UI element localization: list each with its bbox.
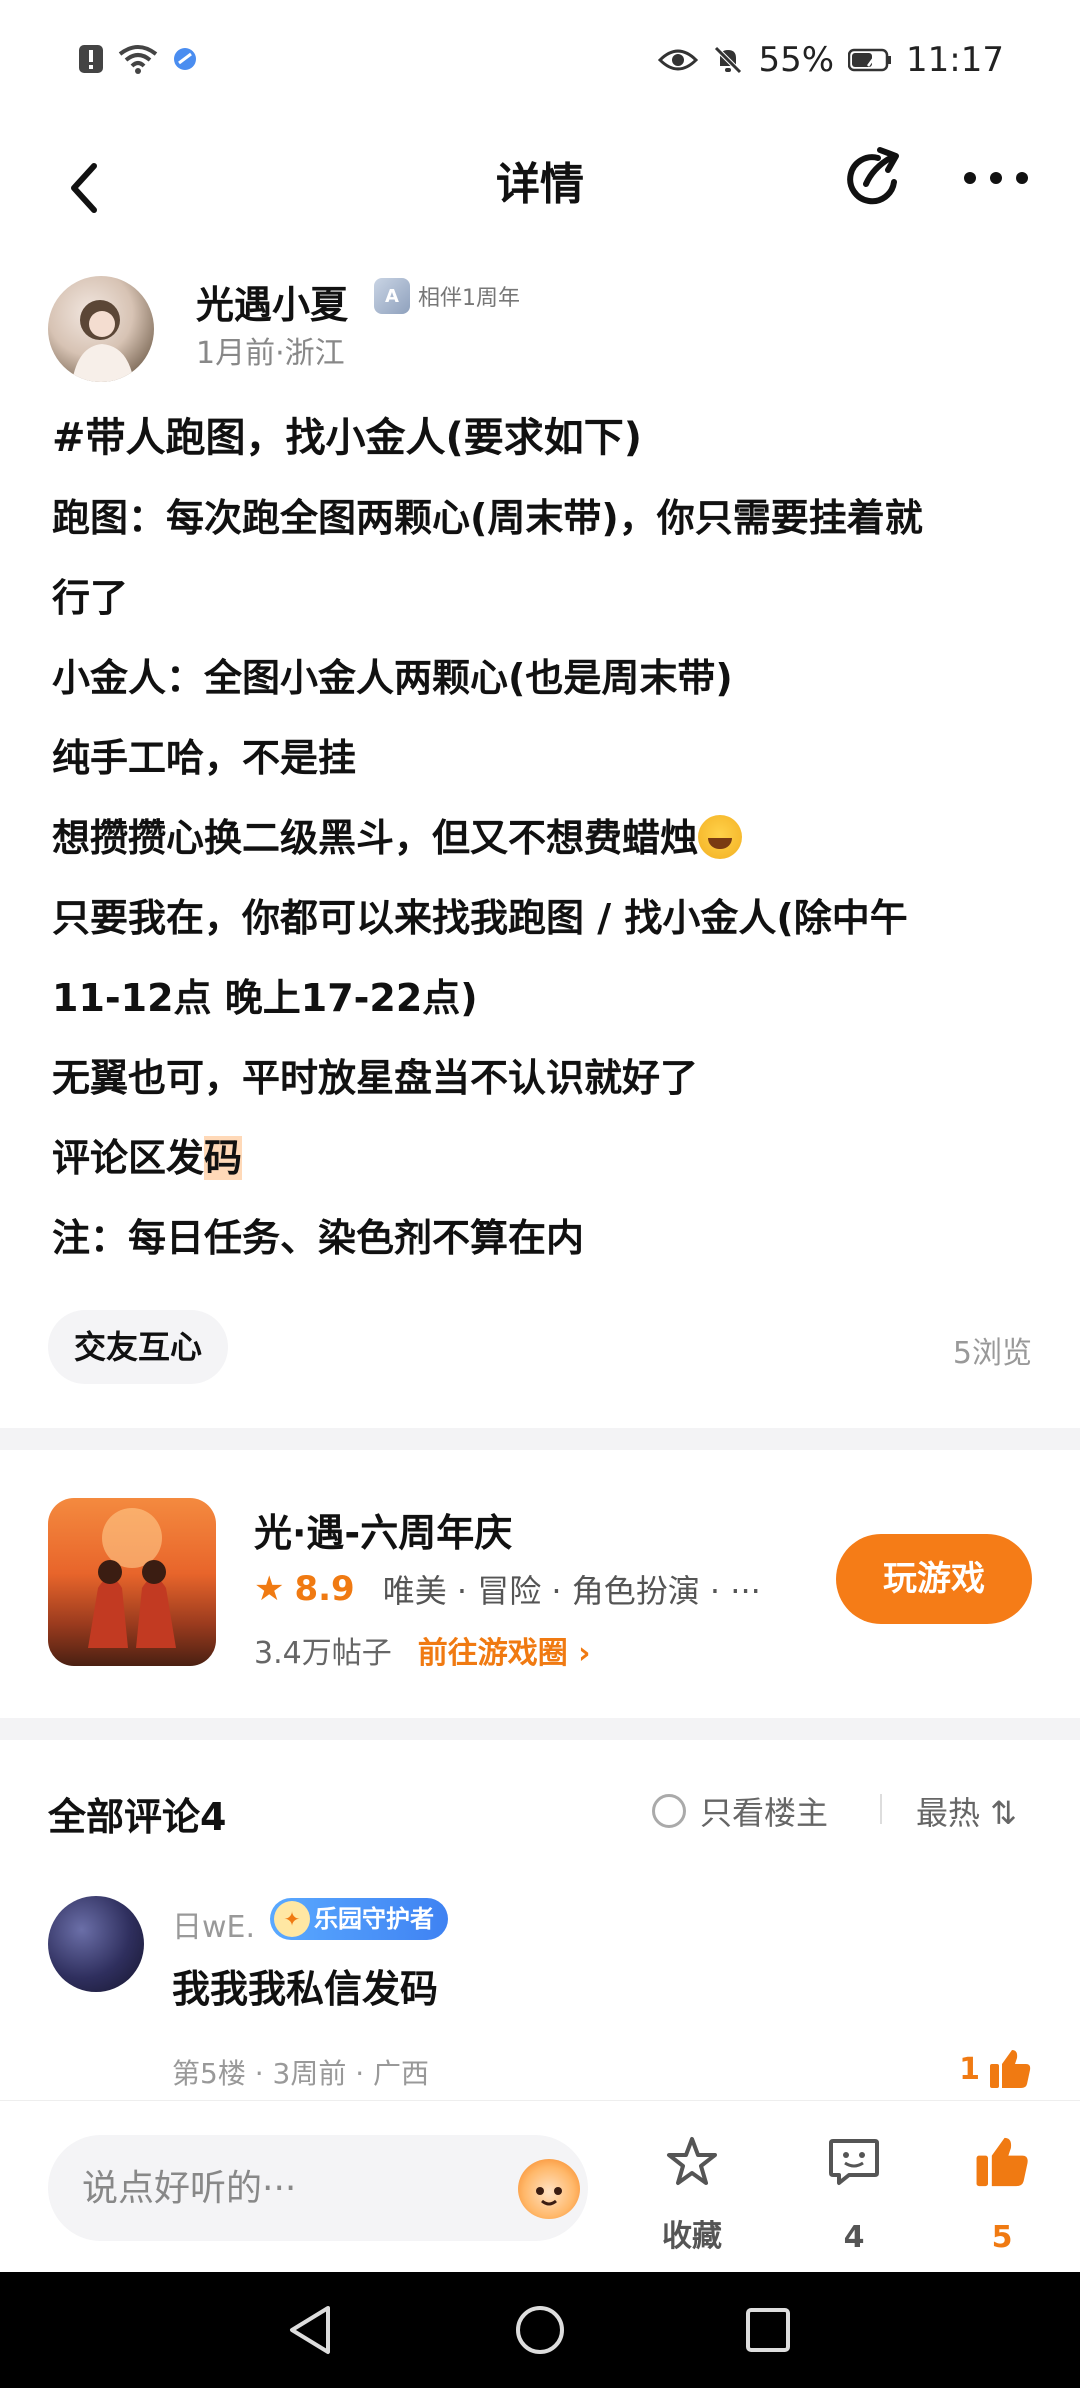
commenter-name[interactable]: 日wE. xyxy=(172,1902,255,1946)
comment-text: 我我我私信发码 xyxy=(172,1967,439,2011)
mascot-emoji-icon[interactable] xyxy=(518,2159,580,2219)
star-icon: ★ xyxy=(254,1569,285,1609)
comment-item[interactable]: 日wE. ✦ 乐园守护者 我我我私信发码 第5楼 · 3周前 · 广西 1 xyxy=(48,1896,1032,2096)
alert-icon xyxy=(79,45,103,73)
battery-icon xyxy=(848,48,892,72)
game-tags: 唯美 · 冒险 · 角色扮演 · ··· xyxy=(382,1572,761,1610)
badge-label: 乐园守护者 xyxy=(314,1905,434,1933)
badge-mascot-icon: ✦ xyxy=(274,1901,310,1937)
divider xyxy=(880,1794,882,1824)
game-icon[interactable] xyxy=(48,1498,216,1666)
square-recents-icon xyxy=(746,2308,790,2352)
comment-like-count: 1 xyxy=(959,2051,980,2087)
post-footer: 交友互心 5浏览 xyxy=(48,1310,1032,1384)
bottom-action-bar: 收藏 4 5 xyxy=(0,2100,1080,2272)
view-count: 5浏览 xyxy=(952,1336,1032,1371)
badge-shield-icon: A xyxy=(374,278,410,314)
post-title: #带人跑图，找小金人(要求如下) xyxy=(52,415,643,461)
post-line: 跑图：每次跑全图两颗心(周末带)，你只需要挂着就 xyxy=(52,496,923,540)
mute-bell-icon xyxy=(714,46,743,74)
circle-home-icon xyxy=(516,2306,564,2354)
section-divider xyxy=(0,1428,1080,1450)
post-line-highlight: 评论区发码 xyxy=(52,1118,1032,1198)
wifi-icon xyxy=(118,45,158,74)
more-button[interactable] xyxy=(956,138,1036,218)
page-title: 详情 xyxy=(496,159,584,210)
op-only-toggle[interactable]: 只看楼主 xyxy=(652,1788,828,1834)
play-game-button[interactable]: 玩游戏 xyxy=(836,1534,1032,1624)
post-line-with-emoji: 想攒攒心换二级黑斗，但又不想费蜡烛 xyxy=(52,798,1032,878)
nav-home-button[interactable] xyxy=(510,2300,570,2360)
system-nav-bar xyxy=(0,2272,1080,2388)
eye-icon xyxy=(658,49,699,71)
game-name[interactable]: 光·遇-六周年庆 xyxy=(254,1502,512,1557)
app-notification-icon xyxy=(174,48,196,70)
like-count: 5 xyxy=(991,2220,1013,2255)
star-outline-icon xyxy=(667,2137,717,2185)
battery-percent: 55% xyxy=(758,40,835,80)
game-art-icon xyxy=(88,1508,176,1648)
goto-game-circle-link[interactable]: 前往游戏圈 › xyxy=(418,1628,591,1672)
guardian-badge: ✦ 乐园守护者 xyxy=(270,1898,448,1940)
radio-icon xyxy=(652,1794,686,1828)
post-body: #带人跑图，找小金人(要求如下) 跑图：每次跑全图两颗心(周末带)，你只需要挂着… xyxy=(52,398,1032,1278)
topic-tag[interactable]: 交友互心 xyxy=(48,1310,229,1384)
author-avatar[interactable] xyxy=(48,276,154,382)
section-divider xyxy=(0,1718,1080,1740)
nav-recents-button[interactable] xyxy=(738,2300,798,2360)
comment-input-pill[interactable] xyxy=(48,2135,588,2241)
post-line: 纯手工哈，不是挂 xyxy=(52,736,357,780)
post-line-text: 想攒攒心换二级黑斗，但又不想费蜡烛 xyxy=(52,816,699,860)
status-bar: 55% 11:17 xyxy=(0,0,1080,128)
comment-meta: 第5楼 · 3周前 · 广西 xyxy=(172,2057,430,2090)
game-post-count: 3.4万帖子 xyxy=(254,1636,392,1671)
post-line: 行了 xyxy=(52,576,129,620)
game-card[interactable]: 光·遇-六周年庆 ★ 8.9 唯美 · 冒险 · 角色扮演 · ··· 3.4万… xyxy=(0,1450,1080,1712)
comment-count: 4 xyxy=(843,2220,865,2255)
favorite-button[interactable]: 收藏 xyxy=(642,2135,742,2255)
author-block: 光遇小夏 A 相伴1周年 1月前·浙江 xyxy=(48,272,1038,382)
more-dots-icon xyxy=(964,172,1028,184)
game-rating-row: ★ 8.9 唯美 · 冒险 · 角色扮演 · ··· xyxy=(254,1566,761,1612)
post-line: 11-12点 晚上17-22点) xyxy=(52,976,478,1020)
sort-toggle[interactable]: 最热 ⇅ xyxy=(916,1788,1017,1834)
share-button[interactable] xyxy=(836,138,916,218)
comments-title: 全部评论4 xyxy=(48,1795,227,1839)
post-line: 注：每日任务、染色剂不算在内 xyxy=(52,1216,585,1260)
nav-back-button[interactable] xyxy=(280,2300,340,2360)
highlighted-text: 码 xyxy=(204,1136,243,1180)
comment-button[interactable]: 4 xyxy=(804,2135,904,2255)
post-line: 只要我在，你都可以来找我跑图 / 找小金人(除中午 xyxy=(52,896,908,940)
top-nav: 详情 xyxy=(0,128,1080,268)
author-name[interactable]: 光遇小夏 xyxy=(196,274,348,329)
post-line: 小金人：全图小金人两颗心(也是周末带) xyxy=(52,656,733,700)
triangle-back-icon xyxy=(290,2306,330,2354)
comment-input[interactable] xyxy=(82,2135,482,2241)
post-line-text: 评论区发 xyxy=(52,1136,205,1180)
badge-text: 相伴1周年 xyxy=(418,286,520,311)
status-left-icons xyxy=(78,44,198,74)
share-icon xyxy=(847,147,899,205)
comments-header: 全部评论4 只看楼主 最热 ⇅ xyxy=(48,1770,1032,1850)
anniversary-badge: A 相伴1周年 xyxy=(374,278,520,314)
game-rating: 8.9 xyxy=(294,1569,355,1609)
game-posts-row: 3.4万帖子 前往游戏圈 › xyxy=(254,1628,591,1672)
post-line: 无翼也可，平时放星盘当不认识就好了 xyxy=(52,1056,699,1100)
avatar-figure-icon xyxy=(72,300,134,382)
status-right-icons: 55% 11:17 xyxy=(658,40,1004,80)
favorite-label: 收藏 xyxy=(662,2219,722,2254)
comment-like-button[interactable]: 1 xyxy=(959,2048,1032,2090)
commenter-avatar[interactable] xyxy=(48,1896,144,1992)
clock: 11:17 xyxy=(906,40,1004,80)
thumbs-up-filled-icon xyxy=(976,2137,1028,2187)
comment-bubble-icon xyxy=(829,2139,879,2185)
sweat-smile-emoji-icon xyxy=(698,815,743,859)
op-only-label: 只看楼主 xyxy=(700,1794,829,1832)
thumbs-up-icon xyxy=(990,2050,1031,2088)
like-button[interactable]: 5 xyxy=(952,2135,1052,2255)
post-meta: 1月前·浙江 xyxy=(196,336,345,371)
